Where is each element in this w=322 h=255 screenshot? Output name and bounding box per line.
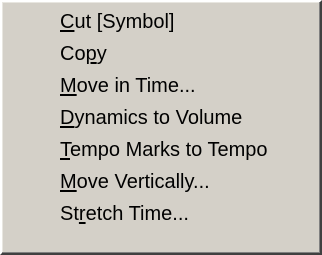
menu-mnemonic: C — [60, 11, 75, 33]
menu-mnemonic: T — [60, 139, 70, 161]
menu-item-stretch-time[interactable]: Stretch Time... — [2, 198, 320, 230]
menu-item-label: Move in Time... — [60, 75, 196, 97]
menu-item-label: Copy — [60, 43, 107, 65]
menu-mnemonic: p — [85, 43, 97, 65]
menu-mnemonic: M — [60, 75, 77, 97]
context-menu: Cut [Symbol] Copy Move in Time... Dynami… — [0, 0, 322, 255]
menu-item-move-vertically[interactable]: Move Vertically... — [2, 166, 320, 198]
menu-item-tempo-marks-to-tempo[interactable]: Tempo Marks to Tempo — [2, 134, 320, 166]
menu-item-cut-symbol[interactable]: Cut [Symbol] — [2, 6, 320, 38]
menu-item-move-in-time[interactable]: Move in Time... — [2, 70, 320, 102]
menu-item-label: Move Vertically... — [60, 171, 210, 193]
menu-item-copy[interactable]: Copy — [2, 38, 320, 70]
menu-mnemonic: r — [78, 203, 86, 225]
menu-mnemonic: D — [60, 107, 75, 129]
menu-item-label: Cut [Symbol] — [60, 11, 175, 33]
menu-item-dynamics-to-volume[interactable]: Dynamics to Volume — [2, 102, 320, 134]
menu-mnemonic: M — [60, 171, 77, 193]
menu-item-label: Tempo Marks to Tempo — [60, 139, 268, 161]
menu-item-label: Dynamics to Volume — [60, 107, 243, 129]
menu-item-label: Stretch Time... — [60, 203, 189, 225]
